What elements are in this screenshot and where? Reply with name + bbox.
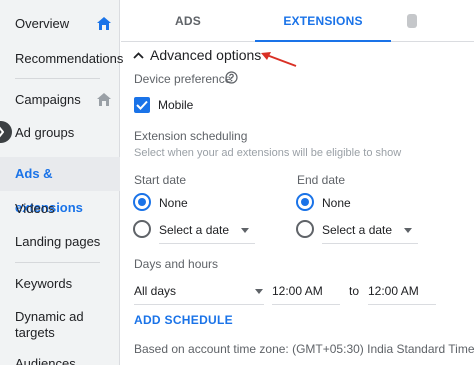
start-date-none-radio[interactable]: [133, 193, 151, 211]
start-date-label: Start date: [134, 173, 187, 187]
sidebar-item-label: Recommendations: [15, 51, 124, 66]
sidebar-divider: [15, 78, 100, 79]
sidebar-item-label: Videos: [15, 201, 55, 216]
dropdown-arrow-icon: [404, 228, 412, 233]
sidebar-item-recommendations[interactable]: Recommendations: [0, 51, 124, 67]
sidebar-item-ads-extensions[interactable]: Ads & extensions: [0, 157, 120, 215]
end-date-label: End date: [297, 173, 346, 187]
dropdown-underline: [159, 243, 255, 244]
to-label: to: [349, 284, 360, 298]
sidebar-item-label: Dynamic ad targets: [15, 309, 84, 340]
end-date-none-radio[interactable]: [296, 193, 314, 211]
tab-extensions[interactable]: EXTENSIONS: [255, 0, 391, 42]
sidebar-item-label: Ad groups: [15, 125, 75, 140]
sidebar-item-label: Keywords: [15, 276, 73, 291]
to-time-dropdown[interactable]: 12:00 AM: [368, 283, 436, 305]
device-preference-label: Device preference: [134, 72, 232, 86]
help-icon[interactable]: [225, 71, 238, 84]
extension-scheduling-hint: Select when your ad extensions will be e…: [134, 147, 402, 159]
home-icon: [97, 93, 111, 106]
advanced-options-title: Advanced options: [150, 47, 262, 63]
from-time-dropdown[interactable]: 12:00 AM: [272, 283, 340, 305]
chevron-right-icon: [0, 126, 4, 138]
advanced-options-panel: Advanced options Device preference Mobil…: [121, 43, 474, 365]
start-date-none-label: None: [159, 196, 188, 210]
sidebar-nav: Overview Recommendations Campaigns Ad gr…: [0, 0, 124, 365]
dropdown-arrow-icon: [241, 228, 249, 233]
end-date-select-label: Select a date: [322, 223, 393, 237]
dropdown-underline: [322, 243, 418, 244]
end-date-select-radio: [296, 220, 314, 238]
days-hours-label: Days and hours: [134, 257, 219, 271]
check-icon: [136, 100, 148, 110]
home-icon: [97, 17, 111, 30]
mobile-checkbox[interactable]: [134, 97, 150, 113]
start-date-select-label: Select a date: [159, 223, 230, 237]
sidebar-item-videos[interactable]: Videos: [0, 201, 120, 217]
tab-ads[interactable]: ADS: [121, 0, 255, 42]
sidebar-item-landing-pages[interactable]: Landing pages: [0, 234, 120, 250]
mobile-label: Mobile: [158, 98, 194, 112]
sidebar-item-label: Landing pages: [15, 234, 101, 249]
to-time-value: 12:00 AM: [368, 284, 419, 298]
dropdown-arrow-icon: [255, 289, 263, 294]
chevron-up-icon: [133, 52, 144, 59]
sidebar-item-label: Overview: [15, 16, 70, 31]
days-dropdown[interactable]: All days: [134, 283, 264, 305]
sidebar-item-label: Audiences: [15, 356, 76, 365]
sidebar-divider: [15, 262, 100, 263]
start-date-select-radio: [133, 220, 151, 238]
tab-overflow[interactable]: [407, 14, 417, 28]
sidebar-item-dynamic-ad-targets[interactable]: Dynamic ad targets: [0, 309, 110, 341]
end-date-none-label: None: [322, 196, 351, 210]
dropdown-underline: [368, 304, 436, 305]
from-time-value: 12:00 AM: [272, 284, 323, 298]
timezone-note: Based on account time zone: (GMT+05:30) …: [134, 342, 474, 356]
annotation-arrow-icon: [261, 52, 297, 67]
end-date-dropdown[interactable]: Select a date: [322, 220, 418, 244]
dropdown-underline: [272, 304, 340, 305]
add-schedule-button[interactable]: ADD SCHEDULE: [134, 313, 233, 327]
dropdown-underline: [134, 304, 264, 305]
tab-bar: ADS EXTENSIONS: [121, 0, 474, 42]
sidebar-item-label: Campaigns: [15, 92, 81, 107]
start-date-dropdown[interactable]: Select a date: [159, 220, 255, 244]
sidebar-item-keywords[interactable]: Keywords: [0, 276, 120, 292]
extension-scheduling-label: Extension scheduling: [134, 129, 248, 143]
sidebar-item-audiences[interactable]: Audiences: [0, 356, 120, 365]
days-value: All days: [134, 284, 177, 298]
sidebar-item-ad-groups[interactable]: Ad groups: [0, 125, 120, 141]
